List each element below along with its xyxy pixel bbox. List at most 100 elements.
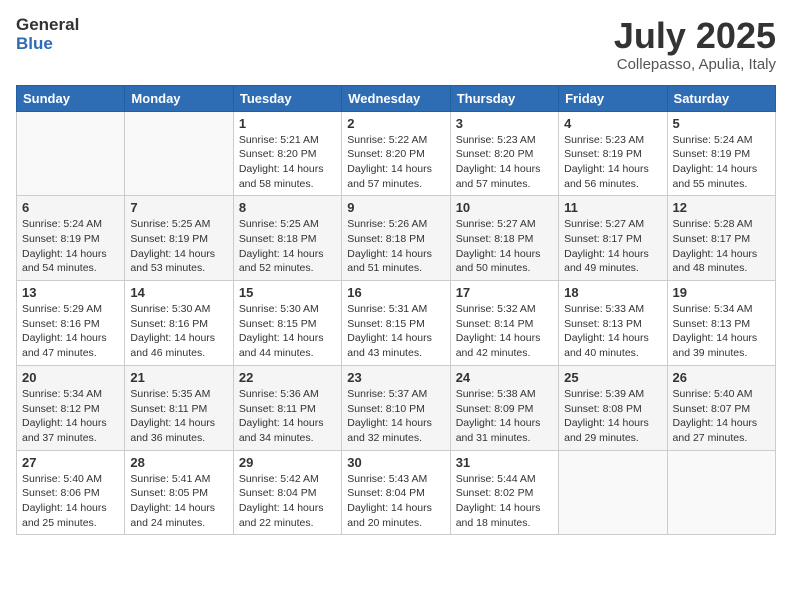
calendar-cell: 12 Sunrise: 5:28 AMSunset: 8:17 PMDayligh… (667, 196, 775, 281)
calendar-cell: 3Sunrise: 5:23 AMSunset: 8:20 PMDaylight… (450, 111, 558, 196)
day-number: 29 (239, 455, 336, 470)
cell-info: Sunrise: 5:42 AMSunset: 8:04 PMDaylight:… (239, 472, 336, 531)
calendar-cell: 20Sunrise: 5:34 AMSunset: 8:12 PMDayligh… (17, 365, 125, 450)
day-number: 8 (239, 200, 336, 215)
calendar-cell: 28Sunrise: 5:41 AMSunset: 8:05 PMDayligh… (125, 450, 233, 535)
calendar-cell: 30 Sunrise: 5:43 AMSunset: 8:04 PMDayligh… (342, 450, 450, 535)
title-block: July 2025 Collepasso, Apulia, Italy (614, 16, 776, 73)
calendar-cell: 25 Sunrise: 5:39 AMSunset: 8:08 PMDayligh… (559, 365, 667, 450)
calendar-week-row: 27 Sunrise: 5:40 AMSunset: 8:06 PMDayligh… (17, 450, 776, 535)
cell-info: Sunrise: 5:21 AMSunset: 8:20 PMDaylight:… (239, 133, 336, 192)
cell-info: Sunrise: 5:39 AMSunset: 8:08 PMDaylight:… (564, 387, 661, 446)
location-title: Collepasso, Apulia, Italy (614, 56, 776, 73)
logo: General Blue (16, 16, 79, 53)
calendar-cell: 29 Sunrise: 5:42 AMSunset: 8:04 PMDayligh… (233, 450, 341, 535)
day-number: 17 (456, 285, 553, 300)
day-number: 31 (456, 455, 553, 470)
calendar-day-header: Saturday (667, 85, 775, 111)
day-number: 20 (22, 370, 119, 385)
calendar-day-header: Monday (125, 85, 233, 111)
calendar-week-row: 6 Sunrise: 5:24 AMSunset: 8:19 PMDaylight… (17, 196, 776, 281)
calendar-cell: 1 Sunrise: 5:21 AMSunset: 8:20 PMDaylight… (233, 111, 341, 196)
cell-info: Sunrise: 5:35 AMSunset: 8:11 PMDaylight:… (130, 387, 227, 446)
day-number: 3 (456, 116, 553, 131)
day-number: 30 (347, 455, 444, 470)
calendar-cell (559, 450, 667, 535)
calendar-cell: 11 Sunrise: 5:27 AMSunset: 8:17 PMDayligh… (559, 196, 667, 281)
cell-info: Sunrise: 5:38 AMSunset: 8:09 PMDaylight:… (456, 387, 553, 446)
calendar-cell: 13 Sunrise: 5:29 AMSunset: 8:16 PMDayligh… (17, 281, 125, 366)
day-number: 27 (22, 455, 119, 470)
cell-info: Sunrise: 5:28 AMSunset: 8:17 PMDaylight:… (673, 217, 770, 276)
day-number: 13 (22, 285, 119, 300)
calendar-table: SundayMondayTuesdayWednesdayThursdayFrid… (16, 85, 776, 536)
cell-info: Sunrise: 5:26 AMSunset: 8:18 PMDaylight:… (347, 217, 444, 276)
calendar-day-header: Friday (559, 85, 667, 111)
cell-info: Sunrise: 5:23 AMSunset: 8:19 PMDaylight:… (564, 133, 661, 192)
calendar-cell: 16Sunrise: 5:31 AMSunset: 8:15 PMDayligh… (342, 281, 450, 366)
cell-info: Sunrise: 5:44 AMSunset: 8:02 PMDaylight:… (456, 472, 553, 531)
cell-info: Sunrise: 5:41 AMSunset: 8:05 PMDaylight:… (130, 472, 227, 531)
calendar-cell: 23 Sunrise: 5:37 AMSunset: 8:10 PMDayligh… (342, 365, 450, 450)
cell-info: Sunrise: 5:40 AMSunset: 8:06 PMDaylight:… (22, 472, 119, 531)
cell-info: Sunrise: 5:29 AMSunset: 8:16 PMDaylight:… (22, 302, 119, 361)
day-number: 5 (673, 116, 770, 131)
calendar-header-row: SundayMondayTuesdayWednesdayThursdayFrid… (17, 85, 776, 111)
day-number: 2 (347, 116, 444, 131)
cell-info: Sunrise: 5:37 AMSunset: 8:10 PMDaylight:… (347, 387, 444, 446)
cell-info: Sunrise: 5:30 AMSunset: 8:15 PMDaylight:… (239, 302, 336, 361)
cell-info: Sunrise: 5:40 AMSunset: 8:07 PMDaylight:… (673, 387, 770, 446)
calendar-day-header: Wednesday (342, 85, 450, 111)
calendar-cell: 10 Sunrise: 5:27 AMSunset: 8:18 PMDayligh… (450, 196, 558, 281)
cell-info: Sunrise: 5:34 AMSunset: 8:13 PMDaylight:… (673, 302, 770, 361)
calendar-cell: 8Sunrise: 5:25 AMSunset: 8:18 PMDaylight… (233, 196, 341, 281)
cell-info: Sunrise: 5:27 AMSunset: 8:17 PMDaylight:… (564, 217, 661, 276)
cell-info: Sunrise: 5:31 AMSunset: 8:15 PMDaylight:… (347, 302, 444, 361)
day-number: 6 (22, 200, 119, 215)
day-number: 14 (130, 285, 227, 300)
day-number: 12 (673, 200, 770, 215)
calendar-cell: 5 Sunrise: 5:24 AMSunset: 8:19 PMDaylight… (667, 111, 775, 196)
calendar-cell: 27 Sunrise: 5:40 AMSunset: 8:06 PMDayligh… (17, 450, 125, 535)
cell-info: Sunrise: 5:43 AMSunset: 8:04 PMDaylight:… (347, 472, 444, 531)
page-header: General Blue July 2025 Collepasso, Apuli… (16, 16, 776, 73)
cell-info: Sunrise: 5:27 AMSunset: 8:18 PMDaylight:… (456, 217, 553, 276)
calendar-cell: 18 Sunrise: 5:33 AMSunset: 8:13 PMDayligh… (559, 281, 667, 366)
month-title: July 2025 (614, 16, 776, 56)
day-number: 15 (239, 285, 336, 300)
day-number: 21 (130, 370, 227, 385)
cell-info: Sunrise: 5:24 AMSunset: 8:19 PMDaylight:… (673, 133, 770, 192)
day-number: 11 (564, 200, 661, 215)
calendar-day-header: Sunday (17, 85, 125, 111)
calendar-day-header: Thursday (450, 85, 558, 111)
calendar-cell: 24 Sunrise: 5:38 AMSunset: 8:09 PMDayligh… (450, 365, 558, 450)
calendar-week-row: 20Sunrise: 5:34 AMSunset: 8:12 PMDayligh… (17, 365, 776, 450)
day-number: 19 (673, 285, 770, 300)
calendar-cell: 14 Sunrise: 5:30 AMSunset: 8:16 PMDayligh… (125, 281, 233, 366)
day-number: 24 (456, 370, 553, 385)
calendar-cell: 2 Sunrise: 5:22 AMSunset: 8:20 PMDaylight… (342, 111, 450, 196)
logo-blue-text: Blue (16, 35, 53, 54)
calendar-week-row: 13 Sunrise: 5:29 AMSunset: 8:16 PMDayligh… (17, 281, 776, 366)
calendar-cell: 9Sunrise: 5:26 AMSunset: 8:18 PMDaylight… (342, 196, 450, 281)
day-number: 26 (673, 370, 770, 385)
cell-info: Sunrise: 5:24 AMSunset: 8:19 PMDaylight:… (22, 217, 119, 276)
cell-info: Sunrise: 5:33 AMSunset: 8:13 PMDaylight:… (564, 302, 661, 361)
calendar-cell: 6 Sunrise: 5:24 AMSunset: 8:19 PMDaylight… (17, 196, 125, 281)
day-number: 25 (564, 370, 661, 385)
calendar-cell: 22Sunrise: 5:36 AMSunset: 8:11 PMDayligh… (233, 365, 341, 450)
calendar-cell: 4Sunrise: 5:23 AMSunset: 8:19 PMDaylight… (559, 111, 667, 196)
cell-info: Sunrise: 5:22 AMSunset: 8:20 PMDaylight:… (347, 133, 444, 192)
calendar-week-row: 1 Sunrise: 5:21 AMSunset: 8:20 PMDaylight… (17, 111, 776, 196)
cell-info: Sunrise: 5:25 AMSunset: 8:19 PMDaylight:… (130, 217, 227, 276)
calendar-cell (125, 111, 233, 196)
day-number: 18 (564, 285, 661, 300)
day-number: 10 (456, 200, 553, 215)
day-number: 23 (347, 370, 444, 385)
calendar-cell: 26 Sunrise: 5:40 AMSunset: 8:07 PMDayligh… (667, 365, 775, 450)
cell-info: Sunrise: 5:30 AMSunset: 8:16 PMDaylight:… (130, 302, 227, 361)
calendar-cell (17, 111, 125, 196)
day-number: 1 (239, 116, 336, 131)
calendar-cell: 15 Sunrise: 5:30 AMSunset: 8:15 PMDayligh… (233, 281, 341, 366)
calendar-cell: 21 Sunrise: 5:35 AMSunset: 8:11 PMDayligh… (125, 365, 233, 450)
